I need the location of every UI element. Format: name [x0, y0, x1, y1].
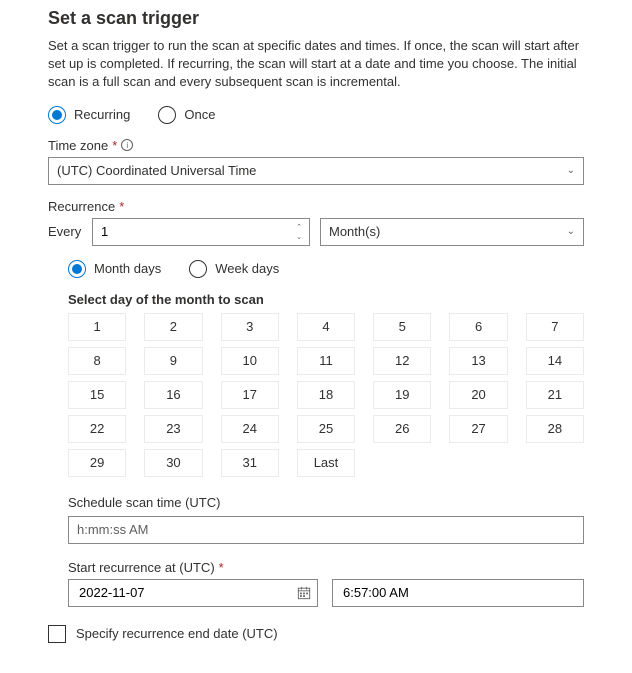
start-time-input[interactable] [332, 579, 584, 607]
every-label: Every [48, 224, 82, 239]
recurring-radio[interactable]: Recurring [48, 106, 130, 124]
month-days-radio[interactable]: Month days [68, 260, 161, 278]
start-date-field[interactable] [77, 584, 297, 601]
start-recurrence-label: Start recurrence at (UTC)* [68, 560, 584, 575]
timezone-select[interactable]: (UTC) Coordinated Universal Time ⌄ [48, 157, 584, 185]
day-cell-30[interactable]: 30 [144, 449, 202, 477]
day-cell-1[interactable]: 1 [68, 313, 126, 341]
month-days-label: Month days [94, 261, 161, 276]
page-description: Set a scan trigger to run the scan at sp… [48, 37, 584, 92]
info-icon[interactable]: i [121, 139, 133, 151]
every-number-field[interactable] [93, 219, 309, 245]
end-date-label: Specify recurrence end date (UTC) [76, 626, 278, 641]
day-cell-14[interactable]: 14 [526, 347, 584, 375]
recurrence-unit-value: Month(s) [329, 224, 380, 239]
radio-circle-icon [158, 106, 176, 124]
once-radio-label: Once [184, 107, 215, 122]
day-cell-5[interactable]: 5 [373, 313, 431, 341]
day-cell-16[interactable]: 16 [144, 381, 202, 409]
day-cell-26[interactable]: 26 [373, 415, 431, 443]
day-grid: 1234567891011121314151617181920212223242… [68, 313, 584, 477]
day-mode-radio-group: Month days Week days [68, 260, 584, 278]
day-cell-10[interactable]: 10 [221, 347, 279, 375]
day-cell-24[interactable]: 24 [221, 415, 279, 443]
day-cell-last[interactable]: Last [297, 449, 355, 477]
day-cell-13[interactable]: 13 [449, 347, 507, 375]
chevron-down-icon: ⌄ [567, 226, 575, 237]
day-cell-12[interactable]: 12 [373, 347, 431, 375]
day-cell-20[interactable]: 20 [449, 381, 507, 409]
schedule-time-label: Schedule scan time (UTC) [68, 495, 584, 510]
day-cell-8[interactable]: 8 [68, 347, 126, 375]
end-date-checkbox[interactable] [48, 625, 66, 643]
day-cell-28[interactable]: 28 [526, 415, 584, 443]
start-time-field[interactable] [341, 584, 575, 601]
start-date-input[interactable] [68, 579, 318, 607]
trigger-type-radio-group: Recurring Once [48, 106, 584, 124]
day-cell-23[interactable]: 23 [144, 415, 202, 443]
day-cell-27[interactable]: 27 [449, 415, 507, 443]
day-cell-6[interactable]: 6 [449, 313, 507, 341]
day-cell-29[interactable]: 29 [68, 449, 126, 477]
recurring-radio-label: Recurring [74, 107, 130, 122]
every-number-input[interactable]: ⌃ ⌄ [92, 218, 310, 246]
once-radio[interactable]: Once [158, 106, 215, 124]
spinner-down-icon[interactable]: ⌄ [291, 232, 307, 242]
day-cell-11[interactable]: 11 [297, 347, 355, 375]
timezone-value: (UTC) Coordinated Universal Time [57, 163, 256, 178]
week-days-radio[interactable]: Week days [189, 260, 279, 278]
timezone-label: Time zone* i [48, 138, 584, 153]
day-cell-21[interactable]: 21 [526, 381, 584, 409]
day-cell-31[interactable]: 31 [221, 449, 279, 477]
chevron-down-icon: ⌄ [567, 165, 575, 176]
select-day-label: Select day of the month to scan [68, 292, 584, 307]
day-cell-22[interactable]: 22 [68, 415, 126, 443]
day-cell-2[interactable]: 2 [144, 313, 202, 341]
day-cell-19[interactable]: 19 [373, 381, 431, 409]
day-cell-3[interactable]: 3 [221, 313, 279, 341]
calendar-icon[interactable] [297, 586, 311, 600]
day-cell-9[interactable]: 9 [144, 347, 202, 375]
day-cell-25[interactable]: 25 [297, 415, 355, 443]
schedule-time-input[interactable] [68, 516, 584, 544]
day-cell-4[interactable]: 4 [297, 313, 355, 341]
week-days-label: Week days [215, 261, 279, 276]
recurrence-unit-select[interactable]: Month(s) ⌄ [320, 218, 584, 246]
spinner-up-icon[interactable]: ⌃ [291, 222, 307, 232]
page-title: Set a scan trigger [48, 8, 584, 29]
recurrence-label: Recurrence* [48, 199, 584, 214]
radio-circle-icon [48, 106, 66, 124]
radio-circle-icon [189, 260, 207, 278]
radio-circle-icon [68, 260, 86, 278]
day-cell-17[interactable]: 17 [221, 381, 279, 409]
day-cell-7[interactable]: 7 [526, 313, 584, 341]
schedule-time-field[interactable] [77, 522, 575, 537]
day-cell-15[interactable]: 15 [68, 381, 126, 409]
day-cell-18[interactable]: 18 [297, 381, 355, 409]
